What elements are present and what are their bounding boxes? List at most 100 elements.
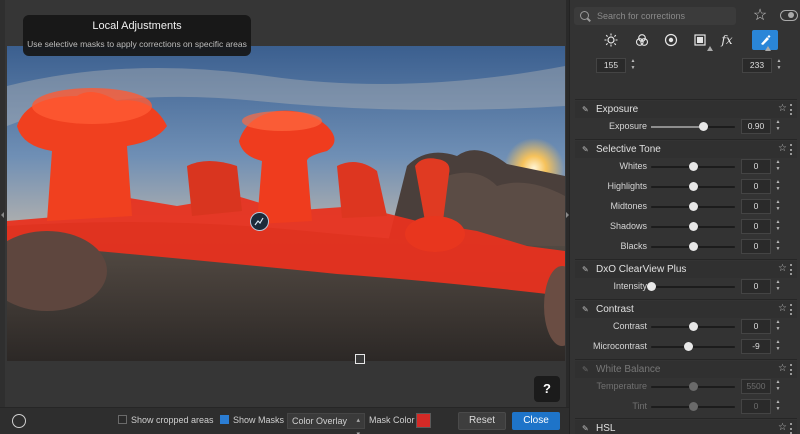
slider-thumb[interactable] bbox=[688, 182, 698, 191]
overlay-mode-dropdown[interactable]: Color Overlay ▴▾ bbox=[287, 413, 365, 434]
section-title: DxO ClearView Plus bbox=[596, 264, 687, 275]
microcontrast-value-field[interactable]: -9 bbox=[741, 339, 771, 354]
exposure-value-field[interactable]: 0.90 bbox=[741, 119, 771, 134]
search-input[interactable] bbox=[597, 7, 732, 25]
top-left-spinner-icon[interactable]: ▲ ▼ bbox=[629, 58, 637, 73]
divider bbox=[575, 259, 797, 260]
spinner-icon[interactable]: ▲ ▼ bbox=[774, 399, 782, 414]
brush-icon: ✎ bbox=[582, 365, 589, 374]
mask-color-swatch[interactable] bbox=[416, 413, 431, 428]
spinner-icon[interactable]: ▲ ▼ bbox=[774, 199, 782, 214]
slider-thumb[interactable] bbox=[646, 282, 656, 291]
more-options-icon[interactable] bbox=[790, 144, 794, 155]
slider-thumb[interactable] bbox=[688, 202, 698, 211]
section-header-selective-tone[interactable]: ✎ Selective Tone ☆ bbox=[575, 141, 797, 158]
more-options-icon[interactable] bbox=[790, 364, 794, 375]
intensity-slider[interactable] bbox=[646, 282, 735, 291]
show-masks-checkbox[interactable] bbox=[220, 415, 229, 424]
slider-thumb[interactable] bbox=[688, 382, 698, 391]
close-button[interactable]: Close bbox=[512, 412, 560, 430]
brush-icon: ✎ bbox=[582, 424, 589, 433]
spinner-icon[interactable]: ▲ ▼ bbox=[774, 179, 782, 194]
section-header-contrast[interactable]: ✎ Contrast ☆ bbox=[575, 301, 797, 318]
show-cropped-areas-toggle[interactable]: Show cropped areas bbox=[118, 415, 214, 425]
section-title: Contrast bbox=[596, 304, 634, 315]
contrast-slider[interactable] bbox=[651, 322, 735, 331]
tab-light-sun-icon[interactable] bbox=[598, 30, 624, 50]
brush-icon: ✎ bbox=[582, 145, 589, 154]
blacks-slider[interactable] bbox=[651, 242, 735, 251]
spinner-icon[interactable]: ▲ ▼ bbox=[774, 379, 782, 394]
slider-thumb[interactable] bbox=[688, 322, 698, 331]
reset-button[interactable]: Reset bbox=[458, 412, 506, 430]
top-right-spinner-icon[interactable]: ▲ ▼ bbox=[775, 58, 783, 73]
more-options-icon[interactable] bbox=[790, 423, 794, 434]
top-right-value[interactable]: 233 bbox=[742, 58, 772, 73]
star-icon[interactable]: ☆ bbox=[778, 422, 787, 433]
slider-thumb[interactable] bbox=[688, 242, 698, 251]
slider-label: Temperature bbox=[596, 381, 647, 391]
spinner-icon[interactable]: ▲ ▼ bbox=[774, 279, 782, 294]
tint-value-field[interactable]: 0 bbox=[741, 399, 771, 414]
crop-handle[interactable] bbox=[355, 354, 365, 364]
star-icon[interactable]: ☆ bbox=[778, 363, 787, 374]
search-box[interactable] bbox=[574, 7, 736, 25]
contrast-value-field[interactable]: 0 bbox=[741, 319, 771, 334]
spinner-icon[interactable]: ▲ ▼ bbox=[774, 339, 782, 354]
slider-label: Highlights bbox=[607, 181, 647, 191]
collapse-left-arrow-icon[interactable] bbox=[1, 212, 4, 218]
section-header-exposure[interactable]: ✎ Exposure ☆ bbox=[575, 101, 797, 118]
more-options-icon[interactable] bbox=[790, 264, 794, 275]
mask-pin-icon[interactable] bbox=[250, 212, 269, 231]
star-icon[interactable]: ☆ bbox=[778, 103, 787, 114]
slider-thumb[interactable] bbox=[688, 162, 698, 171]
blacks-value-field[interactable]: 0 bbox=[741, 239, 771, 254]
help-button[interactable]: ? bbox=[534, 376, 560, 402]
more-options-icon[interactable] bbox=[790, 104, 794, 115]
sun-icon bbox=[604, 33, 618, 47]
tab-fx-icon[interactable]: fx bbox=[714, 30, 740, 50]
temperature-value-field[interactable]: 5500 bbox=[741, 379, 771, 394]
highlights-slider[interactable] bbox=[651, 182, 735, 191]
slider-thumb[interactable] bbox=[688, 402, 698, 411]
show-cropped-label: Show cropped areas bbox=[131, 415, 214, 425]
shadows-value-field[interactable]: 0 bbox=[741, 219, 771, 234]
show-masks-toggle[interactable]: Show Masks bbox=[220, 415, 284, 425]
photo-canvas[interactable] bbox=[7, 46, 565, 361]
spinner-icon[interactable]: ▲ ▼ bbox=[774, 159, 782, 174]
tab-color-circles-icon[interactable] bbox=[629, 30, 655, 50]
slider-row-intensity: Intensity 0 ▲ ▼ bbox=[575, 278, 797, 296]
top-left-value[interactable]: 155 bbox=[596, 58, 626, 73]
more-options-icon[interactable] bbox=[790, 304, 794, 315]
spinner-icon[interactable]: ▲ ▼ bbox=[774, 319, 782, 334]
spinner-icon[interactable]: ▲ ▼ bbox=[774, 239, 782, 254]
tint-slider[interactable] bbox=[651, 402, 735, 411]
whites-slider[interactable] bbox=[651, 162, 735, 171]
slider-thumb[interactable] bbox=[698, 122, 708, 131]
microcontrast-slider[interactable] bbox=[651, 342, 735, 351]
intensity-value-field[interactable]: 0 bbox=[741, 279, 771, 294]
tab-indicator-icon bbox=[707, 46, 713, 51]
slider-thumb[interactable] bbox=[684, 342, 694, 351]
section-header-clearview[interactable]: ✎ DxO ClearView Plus ☆ bbox=[575, 261, 797, 278]
view-toggle-icon[interactable] bbox=[780, 10, 798, 21]
exposure-slider[interactable] bbox=[651, 122, 735, 131]
midtones-value-field[interactable]: 0 bbox=[741, 199, 771, 214]
slider-thumb[interactable] bbox=[688, 222, 698, 231]
whites-value-field[interactable]: 0 bbox=[741, 159, 771, 174]
temperature-slider[interactable] bbox=[651, 382, 735, 391]
show-cropped-checkbox[interactable] bbox=[118, 415, 127, 424]
section-header-white-balance[interactable]: ✎ White Balance ☆ bbox=[575, 361, 797, 378]
star-icon[interactable]: ☆ bbox=[778, 303, 787, 314]
favorites-star-icon[interactable]: ☆ bbox=[750, 6, 770, 26]
midtones-slider[interactable] bbox=[651, 202, 735, 211]
spinner-icon[interactable]: ▲ ▼ bbox=[774, 219, 782, 234]
shadows-slider[interactable] bbox=[651, 222, 735, 231]
star-icon[interactable]: ☆ bbox=[778, 263, 787, 274]
section-header-hsl[interactable]: ✎ HSL ☆ bbox=[575, 420, 797, 434]
spinner-icon[interactable]: ▲ ▼ bbox=[774, 119, 782, 134]
tab-detail-icon[interactable] bbox=[658, 30, 684, 50]
highlights-value-field[interactable]: 0 bbox=[741, 179, 771, 194]
star-icon[interactable]: ☆ bbox=[778, 143, 787, 154]
show-masks-label: Show Masks bbox=[233, 415, 285, 425]
